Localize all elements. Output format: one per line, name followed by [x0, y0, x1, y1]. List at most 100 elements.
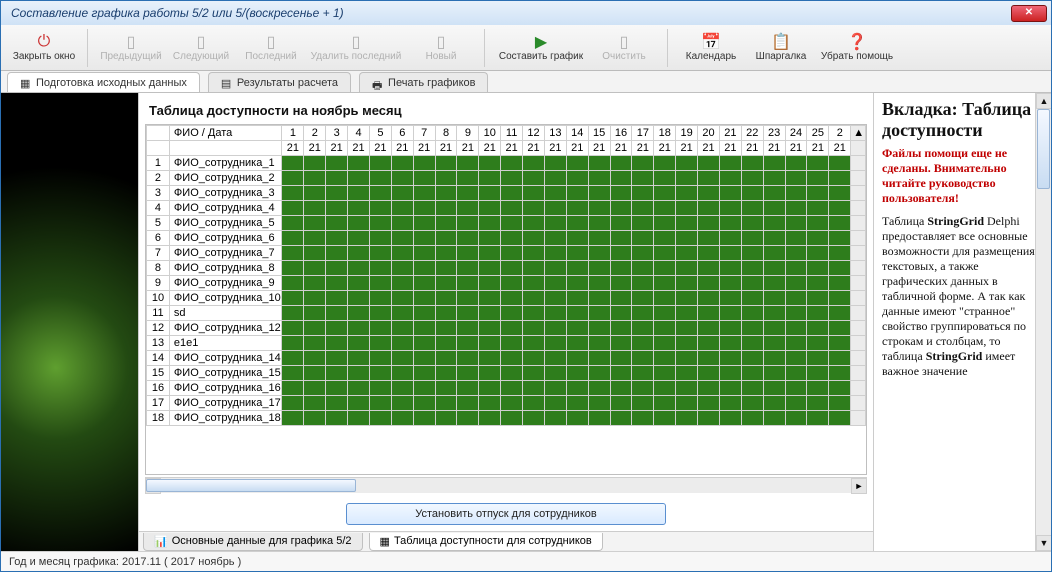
availability-cell[interactable] — [435, 366, 457, 381]
table-row[interactable]: 18ФИО_сотрудника_18 — [147, 411, 866, 426]
table-row[interactable]: 10ФИО_сотрудника_10 — [147, 291, 866, 306]
availability-grid[interactable]: ФИО / Дата123456789101112131415161718192… — [145, 124, 867, 475]
availability-cell[interactable] — [348, 186, 370, 201]
availability-cell[interactable] — [785, 396, 807, 411]
availability-cell[interactable] — [457, 321, 479, 336]
availability-cell[interactable] — [282, 381, 304, 396]
availability-cell[interactable] — [719, 186, 741, 201]
availability-cell[interactable] — [391, 396, 413, 411]
availability-cell[interactable] — [610, 171, 632, 186]
availability-cell[interactable] — [763, 216, 785, 231]
last-button[interactable]: ▯Последний — [238, 33, 304, 62]
availability-cell[interactable] — [698, 156, 720, 171]
availability-cell[interactable] — [369, 336, 391, 351]
availability-cell[interactable] — [610, 216, 632, 231]
hide-help-button[interactable]: ❓Убрать помощь — [818, 33, 896, 62]
availability-cell[interactable] — [304, 201, 326, 216]
availability-cell[interactable] — [523, 396, 545, 411]
availability-cell[interactable] — [719, 381, 741, 396]
availability-cell[interactable] — [326, 216, 348, 231]
availability-cell[interactable] — [654, 261, 676, 276]
availability-cell[interactable] — [479, 231, 501, 246]
availability-cell[interactable] — [632, 306, 654, 321]
availability-cell[interactable] — [698, 216, 720, 231]
availability-cell[interactable] — [326, 381, 348, 396]
availability-cell[interactable] — [632, 381, 654, 396]
availability-cell[interactable] — [479, 396, 501, 411]
availability-cell[interactable] — [698, 336, 720, 351]
availability-cell[interactable] — [501, 171, 523, 186]
scroll-up-arrow-icon[interactable]: ▲ — [851, 126, 866, 141]
availability-cell[interactable] — [326, 396, 348, 411]
availability-cell[interactable] — [348, 276, 370, 291]
availability-cell[interactable] — [785, 171, 807, 186]
availability-cell[interactable] — [501, 291, 523, 306]
availability-cell[interactable] — [413, 396, 435, 411]
availability-cell[interactable] — [676, 246, 698, 261]
availability-cell[interactable] — [501, 246, 523, 261]
availability-cell[interactable] — [523, 216, 545, 231]
availability-cell[interactable] — [523, 171, 545, 186]
availability-cell[interactable] — [413, 336, 435, 351]
availability-cell[interactable] — [413, 321, 435, 336]
availability-cell[interactable] — [741, 276, 763, 291]
availability-cell[interactable] — [698, 306, 720, 321]
availability-cell[interactable] — [391, 186, 413, 201]
availability-cell[interactable] — [479, 336, 501, 351]
availability-cell[interactable] — [676, 381, 698, 396]
availability-cell[interactable] — [304, 216, 326, 231]
availability-cell[interactable] — [807, 306, 829, 321]
tab-main-data[interactable]: 📊Основные данные для графика 5/2 — [143, 533, 363, 551]
availability-cell[interactable] — [654, 366, 676, 381]
availability-cell[interactable] — [435, 336, 457, 351]
availability-cell[interactable] — [501, 231, 523, 246]
availability-cell[interactable] — [785, 156, 807, 171]
availability-cell[interactable] — [282, 291, 304, 306]
availability-cell[interactable] — [457, 336, 479, 351]
availability-cell[interactable] — [698, 366, 720, 381]
availability-cell[interactable] — [566, 381, 588, 396]
availability-cell[interactable] — [435, 201, 457, 216]
availability-cell[interactable] — [654, 306, 676, 321]
availability-cell[interactable] — [413, 381, 435, 396]
availability-cell[interactable] — [348, 411, 370, 426]
availability-cell[interactable] — [326, 186, 348, 201]
table-row[interactable]: 12ФИО_сотрудника_12 — [147, 321, 866, 336]
availability-cell[interactable] — [654, 171, 676, 186]
availability-cell[interactable] — [348, 336, 370, 351]
availability-cell[interactable] — [654, 216, 676, 231]
availability-cell[interactable] — [523, 291, 545, 306]
availability-cell[interactable] — [479, 261, 501, 276]
availability-cell[interactable] — [807, 366, 829, 381]
availability-cell[interactable] — [632, 231, 654, 246]
availability-cell[interactable] — [479, 246, 501, 261]
availability-cell[interactable] — [698, 186, 720, 201]
availability-cell[interactable] — [566, 186, 588, 201]
availability-cell[interactable] — [785, 186, 807, 201]
availability-cell[interactable] — [829, 411, 851, 426]
availability-cell[interactable] — [566, 156, 588, 171]
availability-cell[interactable] — [435, 231, 457, 246]
availability-cell[interactable] — [741, 246, 763, 261]
availability-cell[interactable] — [369, 306, 391, 321]
availability-cell[interactable] — [304, 381, 326, 396]
availability-cell[interactable] — [785, 246, 807, 261]
availability-cell[interactable] — [829, 336, 851, 351]
availability-cell[interactable] — [785, 261, 807, 276]
availability-cell[interactable] — [632, 186, 654, 201]
availability-cell[interactable] — [457, 366, 479, 381]
availability-cell[interactable] — [654, 156, 676, 171]
availability-cell[interactable] — [676, 306, 698, 321]
availability-cell[interactable] — [741, 156, 763, 171]
availability-cell[interactable] — [282, 336, 304, 351]
availability-cell[interactable] — [610, 366, 632, 381]
availability-cell[interactable] — [304, 321, 326, 336]
availability-cell[interactable] — [807, 291, 829, 306]
employee-name-cell[interactable]: ФИО_сотрудника_4 — [169, 201, 282, 216]
availability-cell[interactable] — [413, 216, 435, 231]
availability-cell[interactable] — [566, 201, 588, 216]
availability-cell[interactable] — [654, 381, 676, 396]
availability-cell[interactable] — [741, 216, 763, 231]
availability-cell[interactable] — [435, 291, 457, 306]
employee-name-cell[interactable]: e1e1 — [169, 336, 282, 351]
